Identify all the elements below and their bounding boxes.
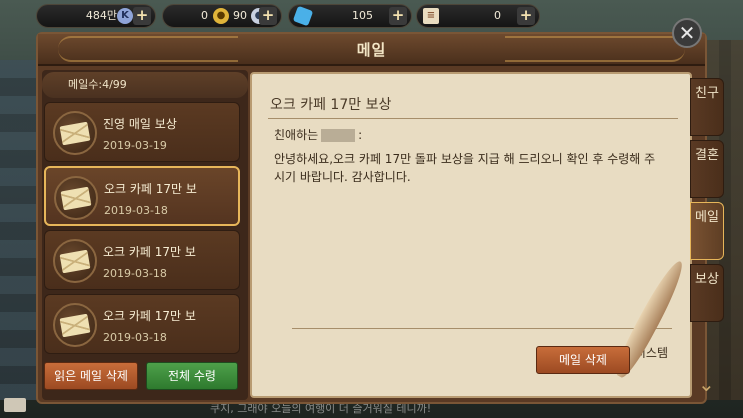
delete-mail-button[interactable]: 메일 삭제 bbox=[536, 346, 630, 374]
add-gem-button[interactable]: + bbox=[389, 7, 407, 25]
mail-window: 메일 메일수:4/99 진영 매일 보상 2019-03-19 오크 카페 17… bbox=[36, 32, 724, 404]
delete-read-mail-button[interactable]: 읽은 메일 삭제 bbox=[44, 362, 138, 390]
mail-list-item[interactable]: 오크 카페 17만 보 2019-03-18 bbox=[44, 294, 240, 354]
medal-icon: K bbox=[117, 8, 133, 24]
mail-list-item[interactable]: 진영 매일 보상 2019-03-19 bbox=[44, 102, 240, 162]
gold-value: 484만 bbox=[85, 9, 117, 22]
mail-item-title: 오크 카페 17만 보 bbox=[103, 245, 196, 259]
add-coin-button[interactable]: + bbox=[259, 7, 277, 25]
gem-icon bbox=[292, 5, 314, 27]
redacted-name bbox=[321, 129, 356, 142]
tab-mail[interactable]: 메일 bbox=[690, 202, 724, 260]
mail-item-title: 오크 카페 17만 보 bbox=[103, 309, 196, 323]
mail-count: 메일수:4/99 bbox=[42, 72, 248, 98]
scroll-icon: ≡ bbox=[423, 8, 439, 24]
tab-rewards[interactable]: 보상 bbox=[690, 264, 724, 322]
mail-item-date: 2019-03-18 bbox=[104, 204, 168, 217]
mail-reading-panel: 오크 카페 17만 보상 친애하는: 안녕하세요,오크 카페 17만 돌파 보상… bbox=[250, 72, 692, 398]
tab-marriage[interactable]: 결혼 bbox=[690, 140, 724, 198]
greeting-prefix: 친애하는 bbox=[274, 128, 319, 142]
chevron-down-icon: ⌄ bbox=[698, 372, 715, 396]
mail-item-date: 2019-03-18 bbox=[103, 267, 167, 280]
ticket-value: 0 bbox=[494, 9, 501, 22]
currency-bar: K 484만 + 0 ● 90 ● + 105 + ≡ 0 + bbox=[0, 4, 743, 28]
envelope-icon bbox=[53, 111, 97, 155]
gold-coin-icon: ● bbox=[213, 8, 229, 24]
mail-greeting: 친애하는: bbox=[274, 126, 362, 143]
mail-body: 안녕하세요,오크 카페 17만 돌파 보상을 지급 해 드리오니 확인 후 수령… bbox=[274, 152, 656, 184]
mail-item-date: 2019-03-19 bbox=[103, 139, 167, 152]
mail-list-item-selected[interactable]: 오크 카페 17만 보 2019-03-18 bbox=[44, 166, 240, 226]
greeting-suffix: : bbox=[358, 128, 363, 142]
add-gold-button[interactable]: + bbox=[133, 7, 151, 25]
envelope-icon bbox=[54, 176, 98, 220]
title-bar: 메일 bbox=[38, 34, 705, 66]
divider bbox=[268, 118, 678, 119]
envelope-icon bbox=[53, 303, 97, 347]
envelope-icon bbox=[53, 239, 97, 283]
mail-item-title: 오크 카페 17만 보 bbox=[104, 182, 197, 196]
mail-list-item[interactable]: 오크 카페 17만 보 2019-03-18 bbox=[44, 230, 240, 290]
coin-b-value: 90 bbox=[233, 9, 247, 22]
window-title: 메일 bbox=[356, 41, 387, 59]
coin-currency: 0 ● 90 ● + bbox=[162, 4, 282, 28]
gem-value: 105 bbox=[352, 9, 373, 22]
mail-subject: 오크 카페 17만 보상 bbox=[270, 97, 392, 113]
mail-item-title: 진영 매일 보상 bbox=[103, 117, 177, 131]
gold-currency: K 484만 + bbox=[36, 4, 156, 28]
tab-friends[interactable]: 친구 bbox=[690, 78, 724, 136]
mail-item-date: 2019-03-18 bbox=[103, 331, 167, 344]
gem-currency: 105 + bbox=[288, 4, 412, 28]
ticket-currency: ≡ 0 + bbox=[416, 4, 540, 28]
close-button[interactable]: ✕ bbox=[672, 18, 702, 48]
coin-a-value: 0 bbox=[201, 9, 208, 22]
divider bbox=[292, 328, 672, 329]
mail-list-panel: 메일수:4/99 진영 매일 보상 2019-03-19 오크 카페 17만 보… bbox=[42, 70, 248, 400]
corner-icon bbox=[4, 398, 26, 412]
add-ticket-button[interactable]: + bbox=[517, 7, 535, 25]
receive-all-button[interactable]: 전체 수령 bbox=[146, 362, 238, 390]
